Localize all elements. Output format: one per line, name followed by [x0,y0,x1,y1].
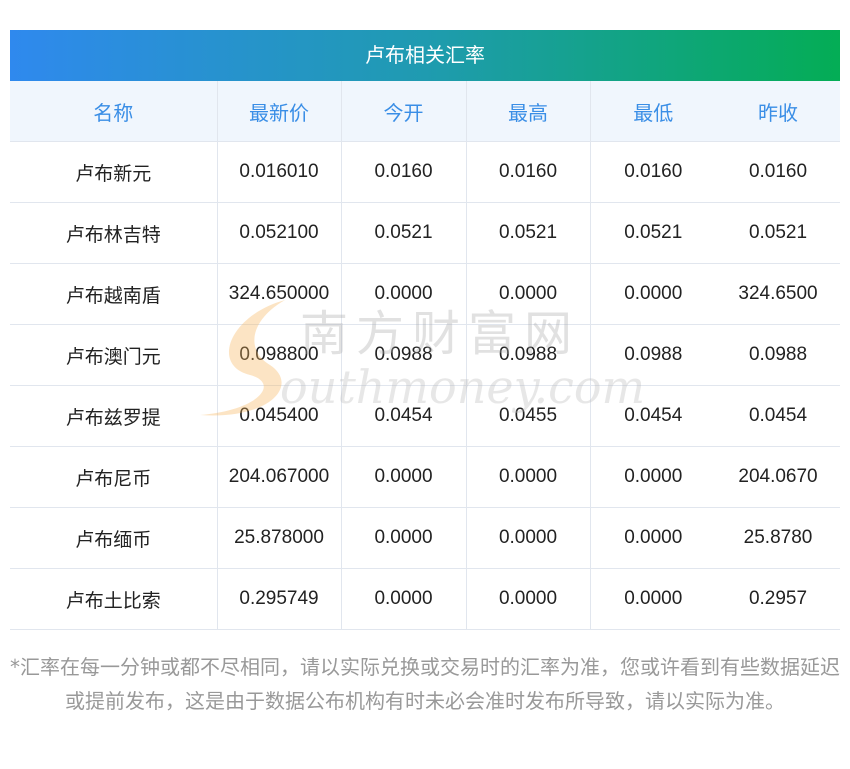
currency-name: 卢布尼币 [10,446,217,508]
table-header-row: 名称 最新价 今开 最高 最低 昨收 [10,81,840,142]
latest-price: 0.295749 [216,568,341,630]
open-price: 0.0521 [340,202,466,264]
currency-name: 卢布缅币 [10,507,217,569]
low-price: 0.0988 [589,324,716,386]
col-header-prev-close: 昨收 [716,81,840,142]
latest-price: 0.045400 [216,385,341,447]
disclaimer-note: *汇率在每一分钟或都不尽相同，请以实际兑换或交易时的汇率为准，您或许看到有些数据… [10,655,840,713]
high-price: 0.0521 [465,202,590,264]
currency-name: 卢布越南盾 [10,263,217,325]
high-price: 0.0000 [465,568,590,630]
table-row: 卢布澳门元 0.098800 0.0988 0.0988 0.0988 0.0988 [10,324,840,386]
high-price: 0.0455 [465,385,590,447]
open-price: 0.0988 [340,324,466,386]
col-header-name: 名称 [10,81,217,142]
prev-close: 324.6500 [716,263,840,325]
low-price: 0.0160 [589,141,716,203]
high-price: 0.0160 [465,141,590,203]
table-row: 卢布兹罗提 0.045400 0.0454 0.0455 0.0454 0.0454 [10,385,840,447]
col-header-latest: 最新价 [216,81,341,142]
table-row: 卢布新元 0.016010 0.0160 0.0160 0.0160 0.0160 [10,141,840,203]
col-header-high: 最高 [465,81,590,142]
table-row: 卢布尼币 204.067000 0.0000 0.0000 0.0000 204.0670 [10,446,840,508]
table-row: 卢布土比索 0.295749 0.0000 0.0000 0.0000 0.2957 [10,568,840,630]
exchange-rate-panel: 卢布相关汇率 名称 最新价 今开 最高 最低 昨收 卢布新元 0.016010 0.… [10,30,840,630]
open-price: 0.0000 [340,507,466,569]
open-price: 0.0000 [340,263,466,325]
col-header-open: 今开 [340,81,466,142]
latest-price: 324.650000 [216,263,341,325]
prev-close: 204.0670 [716,446,840,508]
currency-name: 卢布林吉特 [10,202,217,264]
currency-name: 卢布新元 [10,141,217,203]
low-price: 0.0000 [589,507,716,569]
latest-price: 204.067000 [216,446,341,508]
prev-close: 0.2957 [716,568,840,630]
table-row: 卢布缅币 25.878000 0.0000 0.0000 0.0000 25.8780 [10,507,840,569]
prev-close: 0.0454 [716,385,840,447]
low-price: 0.0000 [589,568,716,630]
high-price: 0.0000 [465,507,590,569]
currency-name: 卢布兹罗提 [10,385,217,447]
currency-name: 卢布土比索 [10,568,217,630]
open-price: 0.0000 [340,568,466,630]
latest-price: 0.016010 [216,141,341,203]
high-price: 0.0988 [465,324,590,386]
open-price: 0.0160 [340,141,466,203]
open-price: 0.0000 [340,446,466,508]
latest-price: 0.052100 [216,202,341,264]
rates-table: 名称 最新价 今开 最高 最低 昨收 卢布新元 0.016010 0.0160 0.0… [10,81,840,630]
prev-close: 0.0521 [716,202,840,264]
low-price: 0.0000 [589,446,716,508]
open-price: 0.0454 [340,385,466,447]
panel-title: 卢布相关汇率 [10,30,840,81]
prev-close: 25.8780 [716,507,840,569]
table-row: 卢布越南盾 324.650000 0.0000 0.0000 0.0000 324.650… [10,263,840,325]
currency-name: 卢布澳门元 [10,324,217,386]
latest-price: 25.878000 [216,507,341,569]
high-price: 0.0000 [465,263,590,325]
latest-price: 0.098800 [216,324,341,386]
low-price: 0.0521 [589,202,716,264]
col-header-low: 最低 [589,81,716,142]
low-price: 0.0454 [589,385,716,447]
prev-close: 0.0988 [716,324,840,386]
prev-close: 0.0160 [716,141,840,203]
high-price: 0.0000 [465,446,590,508]
table-row: 卢布林吉特 0.052100 0.0521 0.0521 0.0521 0.0521 [10,202,840,264]
low-price: 0.0000 [589,263,716,325]
